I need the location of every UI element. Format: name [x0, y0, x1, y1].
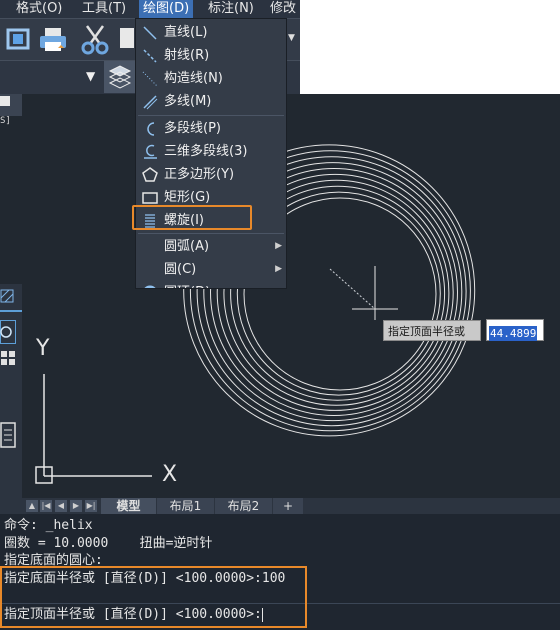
tab-first-button[interactable]: |◀: [40, 500, 52, 512]
menu-item-polyline[interactable]: 多段线(P): [136, 117, 286, 140]
construction-line-icon: [142, 71, 158, 87]
menu-separator: [138, 115, 284, 116]
menu-item-polygon[interactable]: 正多边形(Y): [136, 163, 286, 186]
dynamic-input-prompt: 指定顶面半径或: [383, 320, 481, 341]
ucs-icon: [35, 374, 152, 484]
crosshair-cursor: [329, 266, 398, 320]
line-icon: [143, 26, 157, 40]
menu-tools[interactable]: 工具(T): [78, 0, 130, 18]
print-button[interactable]: [36, 22, 70, 56]
layer-dropdown-arrow-icon[interactable]: ▼: [86, 69, 95, 83]
dynamic-input-field[interactable]: 44.4899: [486, 319, 544, 341]
polygon-icon: [142, 167, 158, 182]
menu-item-multiline[interactable]: 多线(M): [136, 90, 286, 113]
ucs-x-label: X: [162, 462, 178, 487]
menu-modify[interactable]: 修改: [266, 0, 300, 18]
3d-polyline-icon: [144, 144, 157, 159]
multiline-icon: [143, 95, 158, 110]
tab-add-button[interactable]: +: [273, 498, 303, 514]
donut-icon: [144, 285, 156, 288]
ucs-y-label: Y: [36, 336, 50, 361]
helix-highlight-box: [132, 205, 252, 230]
layout-tab-bar: ▲ |◀ ◀ ▶ ▶| 模型 布局1 布局2 +: [0, 498, 560, 514]
command-history-line: 命令: _helix: [4, 518, 93, 533]
rectangle-icon: [142, 192, 158, 204]
toolbar-overflow-icon[interactable]: ▼: [288, 33, 295, 43]
tab-last-button[interactable]: ▶|: [85, 500, 97, 512]
draw-menu-dropdown: 直线(L) 射线(R) 构造线(N) 多线(M) 多段线(P) 三维多段线(3)…: [135, 18, 287, 289]
dynamic-input-value: 44.4899: [489, 326, 538, 341]
menu-item-donut[interactable]: 圆环(D): [136, 281, 286, 288]
submenu-arrow-icon: ▶: [275, 241, 282, 251]
copy-button[interactable]: [116, 22, 136, 56]
tab-next-button[interactable]: ▶: [70, 500, 82, 512]
command-history-line: 圈数 = 10.0000 扭曲=逆时针: [4, 536, 213, 551]
command-highlight-box: [0, 566, 307, 628]
ray-icon: [143, 49, 157, 63]
scissors-icon: [81, 25, 109, 55]
submenu-arrow-icon: ▶: [275, 264, 282, 274]
tab-prev-button[interactable]: ◀: [55, 500, 67, 512]
cut-button[interactable]: [78, 22, 112, 56]
select-window-icon: [6, 28, 30, 50]
menu-item-line[interactable]: 直线(L): [136, 21, 286, 44]
menu-item-3d-polyline[interactable]: 三维多段线(3): [136, 140, 286, 163]
menu-bar: 格式(O) 工具(T) 绘图(D) 标注(N) 修改: [0, 0, 300, 18]
menu-item-arc[interactable]: 圆弧(A) ▶: [136, 235, 286, 258]
copy-icon: [120, 28, 134, 48]
menu-separator: [138, 233, 284, 234]
tab-scroll-up-button[interactable]: ▲: [26, 500, 38, 512]
select-window-button[interactable]: [2, 22, 36, 56]
tab-layout1[interactable]: 布局1: [157, 498, 214, 514]
tab-layout2[interactable]: 布局2: [215, 498, 272, 514]
printer-icon: [40, 28, 66, 51]
menu-item-ray[interactable]: 射线(R): [136, 44, 286, 67]
menu-draw[interactable]: 绘图(D): [139, 0, 194, 18]
menu-item-construction-line[interactable]: 构造线(N): [136, 67, 286, 90]
menu-dimension[interactable]: 标注(N): [204, 0, 258, 18]
menu-item-circle[interactable]: 圆(C) ▶: [136, 258, 286, 281]
polyline-icon: [147, 122, 155, 136]
layer-manager-button[interactable]: [104, 61, 136, 93]
layers-icon: [108, 65, 132, 89]
menu-format[interactable]: 格式(O): [12, 0, 66, 18]
tab-model[interactable]: 模型: [101, 498, 156, 514]
